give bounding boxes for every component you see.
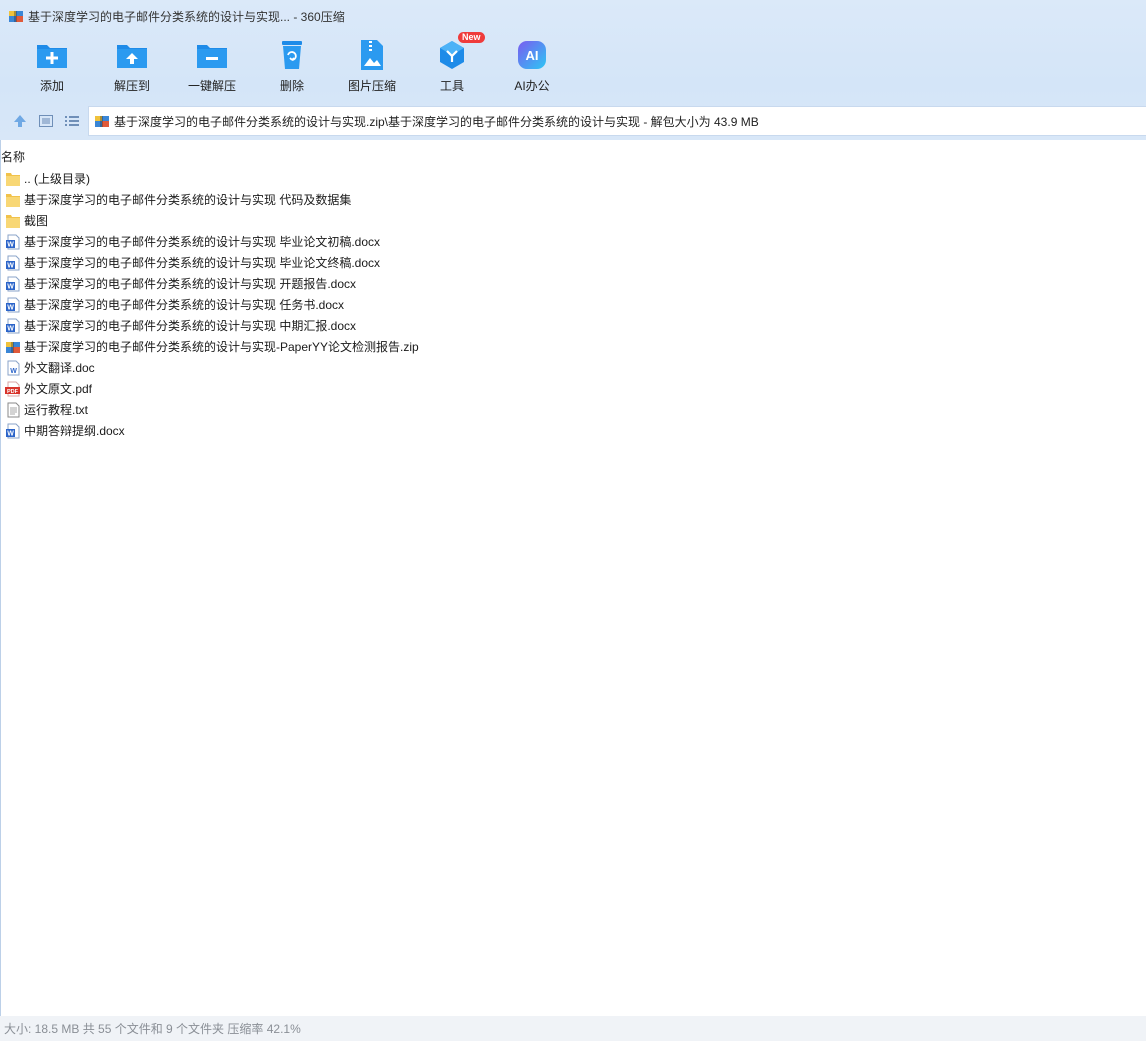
word-glyph: W xyxy=(7,325,14,332)
status-bar: 大小: 18.5 MB 共 55 个文件和 9 个文件夹 压缩率 42.1% xyxy=(0,1016,1146,1041)
ai-office-icon: AI xyxy=(515,38,549,72)
file-name: .. (上级目录) xyxy=(24,172,90,186)
file-name: 基于深度学习的电子邮件分类系统的设计与实现-PaperYY论文检测报告.zip xyxy=(24,340,419,354)
folder-icon xyxy=(5,192,21,208)
toolbar: 添加 解压到 一键解压 删除 图片压缩 New 工具 AI AI办公 xyxy=(12,32,572,98)
title-bar: 基于深度学习的电子邮件分类系统的设计与实现... - 360压缩 xyxy=(0,0,1146,32)
file-list-item[interactable]: W 基于深度学习的电子邮件分类系统的设计与实现 毕业论文终稿.docx xyxy=(5,252,705,273)
file-name: 基于深度学习的电子邮件分类系统的设计与实现 中期汇报.docx xyxy=(24,319,357,333)
folder-icon xyxy=(5,171,21,187)
folder-icon xyxy=(5,213,21,229)
file-list-item[interactable]: .. (上级目录) xyxy=(5,168,705,189)
extract-to-icon xyxy=(115,38,149,72)
delete-button[interactable]: 删除 xyxy=(252,38,332,98)
pdf-glyph: PDF xyxy=(7,388,19,394)
window-title: 基于深度学习的电子邮件分类系统的设计与实现... - 360压缩 xyxy=(28,9,345,24)
file-name: 基于深度学习的电子邮件分类系统的设计与实现 毕业论文初稿.docx xyxy=(24,235,381,249)
file-list-item[interactable]: PDF 外文原文.pdf xyxy=(5,378,705,399)
word-document-icon: W xyxy=(5,234,21,250)
file-name: 中期答辩提纲.docx xyxy=(24,424,125,438)
image-compress-icon xyxy=(355,38,389,72)
one-click-extract-icon xyxy=(195,38,229,72)
word-document-icon: W xyxy=(5,423,21,439)
tools-icon xyxy=(435,38,469,72)
list-view-icon[interactable] xyxy=(64,113,80,129)
word-glyph: W xyxy=(10,368,17,375)
add-button-label: 添加 xyxy=(39,79,64,93)
tools-button[interactable]: New 工具 xyxy=(412,32,492,98)
up-arrow-icon[interactable] xyxy=(12,113,28,129)
file-name: 截图 xyxy=(24,214,49,228)
word-glyph: W xyxy=(7,430,14,437)
ai-office-button[interactable]: AI AI办公 xyxy=(492,38,572,98)
column-header-name[interactable]: 名称 xyxy=(1,148,25,165)
image-compress-button-label: 图片压缩 xyxy=(347,79,396,93)
ai-glyph: AI xyxy=(526,48,539,63)
file-name: 基于深度学习的电子邮件分类系统的设计与实现 开题报告.docx xyxy=(24,277,357,291)
file-name: 基于深度学习的电子邮件分类系统的设计与实现 任务书.docx xyxy=(24,298,345,312)
file-list-item[interactable]: 截图 xyxy=(5,210,705,231)
file-list-item[interactable]: W 外文翻译.doc xyxy=(5,357,705,378)
navigation-row: 基于深度学习的电子邮件分类系统的设计与实现.zip\基于深度学习的电子邮件分类系… xyxy=(0,106,1146,136)
archive-icon xyxy=(95,116,109,127)
file-list-item[interactable]: 基于深度学习的电子邮件分类系统的设计与实现 代码及数据集 xyxy=(5,189,705,210)
file-name: 基于深度学习的电子邮件分类系统的设计与实现 代码及数据集 xyxy=(24,193,352,207)
extract-to-button[interactable]: 解压到 xyxy=(92,38,172,98)
new-badge: New xyxy=(458,32,485,43)
word-document-icon: W xyxy=(5,297,21,313)
word-document-icon: W xyxy=(5,276,21,292)
word-glyph: W xyxy=(7,262,14,269)
file-list-item[interactable]: W 基于深度学习的电子邮件分类系统的设计与实现 中期汇报.docx xyxy=(5,315,705,336)
status-text: 大小: 18.5 MB 共 55 个文件和 9 个文件夹 压缩率 42.1% xyxy=(4,1022,301,1036)
file-name: 外文翻译.doc xyxy=(24,361,95,375)
delete-icon xyxy=(275,38,309,72)
file-list-item[interactable]: W 基于深度学习的电子邮件分类系统的设计与实现 毕业论文初稿.docx xyxy=(5,231,705,252)
ai-office-button-label: AI办公 xyxy=(514,79,550,93)
word-document-icon: W xyxy=(5,318,21,334)
file-name: 运行教程.txt xyxy=(24,403,89,417)
file-name: 基于深度学习的电子邮件分类系统的设计与实现 毕业论文终稿.docx xyxy=(24,256,381,270)
word-glyph: W xyxy=(7,304,14,311)
one-click-extract-button[interactable]: 一键解压 xyxy=(172,38,252,98)
extract-to-button-label: 解压到 xyxy=(113,79,150,93)
file-list-item[interactable]: 基于深度学习的电子邮件分类系统的设计与实现-PaperYY论文检测报告.zip xyxy=(5,336,705,357)
thumbnail-view-icon[interactable] xyxy=(38,113,54,129)
file-list-panel: 名称 .. (上级目录) 基于深度学习的电子邮件分类系统的设计与实现 代码及数据集… xyxy=(0,140,1146,1016)
add-icon xyxy=(35,38,69,72)
word-glyph: W xyxy=(7,241,14,248)
delete-button-label: 删除 xyxy=(279,79,304,93)
word-document-icon: W xyxy=(5,255,21,271)
zip-archive-icon xyxy=(5,339,21,355)
pdf-icon: PDF xyxy=(5,381,21,397)
file-list: .. (上级目录) 基于深度学习的电子邮件分类系统的设计与实现 代码及数据集 截图 W… xyxy=(5,168,705,441)
file-list-item[interactable]: W 基于深度学习的电子邮件分类系统的设计与实现 任务书.docx xyxy=(5,294,705,315)
word-glyph: W xyxy=(7,283,14,290)
image-compress-button[interactable]: 图片压缩 xyxy=(332,38,412,98)
file-list-item[interactable]: W 基于深度学习的电子邮件分类系统的设计与实现 开题报告.docx xyxy=(5,273,705,294)
archive-icon xyxy=(9,11,23,22)
text-file-icon xyxy=(5,402,21,418)
word-document-icon: W xyxy=(5,360,21,376)
file-name: 外文原文.pdf xyxy=(24,382,93,396)
file-list-item[interactable]: 运行教程.txt xyxy=(5,399,705,420)
address-path: 基于深度学习的电子邮件分类系统的设计与实现.zip\基于深度学习的电子邮件分类系… xyxy=(114,114,759,129)
one-click-extract-button-label: 一键解压 xyxy=(187,79,236,93)
file-list-item[interactable]: W 中期答辩提纲.docx xyxy=(5,420,705,441)
tools-button-label: 工具 xyxy=(439,79,464,93)
address-bar[interactable]: 基于深度学习的电子邮件分类系统的设计与实现.zip\基于深度学习的电子邮件分类系… xyxy=(88,106,1146,136)
add-button[interactable]: 添加 xyxy=(12,38,92,98)
